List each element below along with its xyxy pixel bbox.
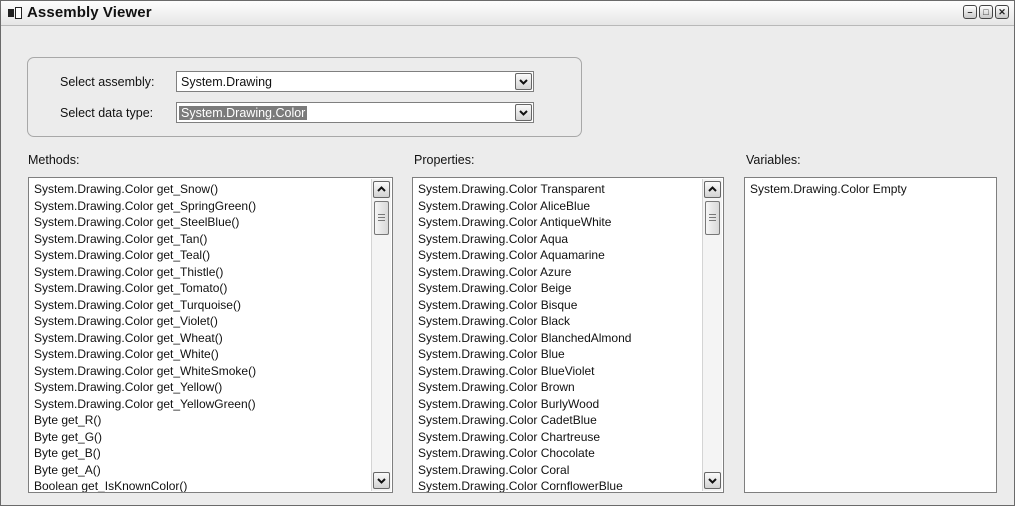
list-item[interactable]: System.Drawing.Color get_WhiteSmoke() [34,363,256,380]
methods-scrollbar[interactable] [371,179,391,491]
assembly-value: System.Drawing [181,75,272,89]
list-item[interactable]: System.Drawing.Color Aqua [418,231,631,248]
variables-label: Variables: [746,153,801,167]
list-item[interactable]: Byte get_A() [34,462,256,479]
selection-group [27,57,582,137]
list-item[interactable]: System.Drawing.Color Chocolate [418,445,631,462]
list-item[interactable]: System.Drawing.Color Brown [418,379,631,396]
list-item[interactable]: System.Drawing.Color get_Wheat() [34,330,256,347]
list-item[interactable]: System.Drawing.Color Aquamarine [418,247,631,264]
properties-scroll-up-button[interactable] [704,181,721,198]
list-item[interactable]: Boolean get_IsKnownColor() [34,478,256,492]
close-button[interactable]: ✕ [995,5,1009,19]
assembly-label: Select assembly: [60,75,155,89]
list-item[interactable]: System.Drawing.Color Blue [418,346,631,363]
list-item[interactable]: System.Drawing.Color AntiqueWhite [418,214,631,231]
chevron-down-icon [377,478,386,484]
properties-scroll-down-button[interactable] [704,472,721,489]
list-item[interactable]: System.Drawing.Color get_Tan() [34,231,256,248]
maximize-button[interactable]: □ [979,5,993,19]
properties-label: Properties: [414,153,475,167]
list-item[interactable]: System.Drawing.Color Coral [418,462,631,479]
datatype-combobox[interactable]: System.Drawing.Color [176,102,534,123]
list-item[interactable]: System.Drawing.Color Empty [750,181,907,198]
list-item[interactable]: System.Drawing.Color get_YellowGreen() [34,396,256,413]
list-item[interactable]: System.Drawing.Color BlanchedAlmond [418,330,631,347]
list-item[interactable]: System.Drawing.Color BurlyWood [418,396,631,413]
list-item[interactable]: System.Drawing.Color get_Yellow() [34,379,256,396]
minimize-button[interactable]: – [963,5,977,19]
list-item[interactable]: System.Drawing.Color get_SteelBlue() [34,214,256,231]
list-item[interactable]: System.Drawing.Color get_Violet() [34,313,256,330]
window-title: Assembly Viewer [27,4,152,21]
chevron-up-icon [708,186,717,192]
methods-label: Methods: [28,153,80,167]
list-item[interactable]: System.Drawing.Color get_Teal() [34,247,256,264]
methods-scroll-thumb[interactable] [374,201,389,235]
assembly-dropdown-button[interactable] [515,73,532,90]
list-item[interactable]: Byte get_B() [34,445,256,462]
list-item[interactable]: System.Drawing.Color AliceBlue [418,198,631,215]
list-item[interactable]: System.Drawing.Color BlueViolet [418,363,631,380]
list-item[interactable]: System.Drawing.Color get_Thistle() [34,264,256,281]
list-item[interactable]: System.Drawing.Color Azure [418,264,631,281]
methods-listbox[interactable]: System.Drawing.Color get_Snow() System.Dr… [28,177,393,493]
datatype-label: Select data type: [60,106,154,120]
properties-items: System.Drawing.Color Transparent System.D… [418,181,631,492]
list-item[interactable]: Byte get_G() [34,429,256,446]
list-item[interactable]: System.Drawing.Color CadetBlue [418,412,631,429]
chevron-down-icon [519,110,528,116]
chevron-down-icon [519,79,528,85]
variables-items: System.Drawing.Color Empty [750,181,907,198]
properties-scrollbar[interactable] [702,179,722,491]
methods-scroll-up-button[interactable] [373,181,390,198]
title-bar[interactable]: Assembly Viewer – □ ✕ [1,1,1014,26]
window-controls: – □ ✕ [963,5,1009,19]
list-item[interactable]: System.Drawing.Color Chartreuse [418,429,631,446]
list-item[interactable]: System.Drawing.Color CornflowerBlue [418,478,631,492]
list-item[interactable]: System.Drawing.Color get_Tomato() [34,280,256,297]
methods-items: System.Drawing.Color get_Snow() System.Dr… [34,181,256,492]
list-item[interactable]: System.Drawing.Color get_SpringGreen() [34,198,256,215]
methods-scroll-down-button[interactable] [373,472,390,489]
list-item[interactable]: System.Drawing.Color Beige [418,280,631,297]
list-item[interactable]: System.Drawing.Color Black [418,313,631,330]
datatype-dropdown-button[interactable] [515,104,532,121]
list-item[interactable]: System.Drawing.Color Bisque [418,297,631,314]
datatype-value: System.Drawing.Color [179,106,308,120]
variables-listbox[interactable]: System.Drawing.Color Empty [744,177,997,493]
chevron-down-icon [708,478,717,484]
list-item[interactable]: System.Drawing.Color Transparent [418,181,631,198]
assembly-viewer-window: Assembly Viewer – □ ✕ Select assembly: S… [0,0,1015,506]
assembly-combobox[interactable]: System.Drawing [176,71,534,92]
list-item[interactable]: System.Drawing.Color get_White() [34,346,256,363]
properties-listbox[interactable]: System.Drawing.Color Transparent System.D… [412,177,724,493]
app-window-icon[interactable] [8,7,22,19]
chevron-up-icon [377,186,386,192]
list-item[interactable]: System.Drawing.Color get_Turquoise() [34,297,256,314]
properties-scroll-thumb[interactable] [705,201,720,235]
list-item[interactable]: Byte get_R() [34,412,256,429]
list-item[interactable]: System.Drawing.Color get_Snow() [34,181,256,198]
